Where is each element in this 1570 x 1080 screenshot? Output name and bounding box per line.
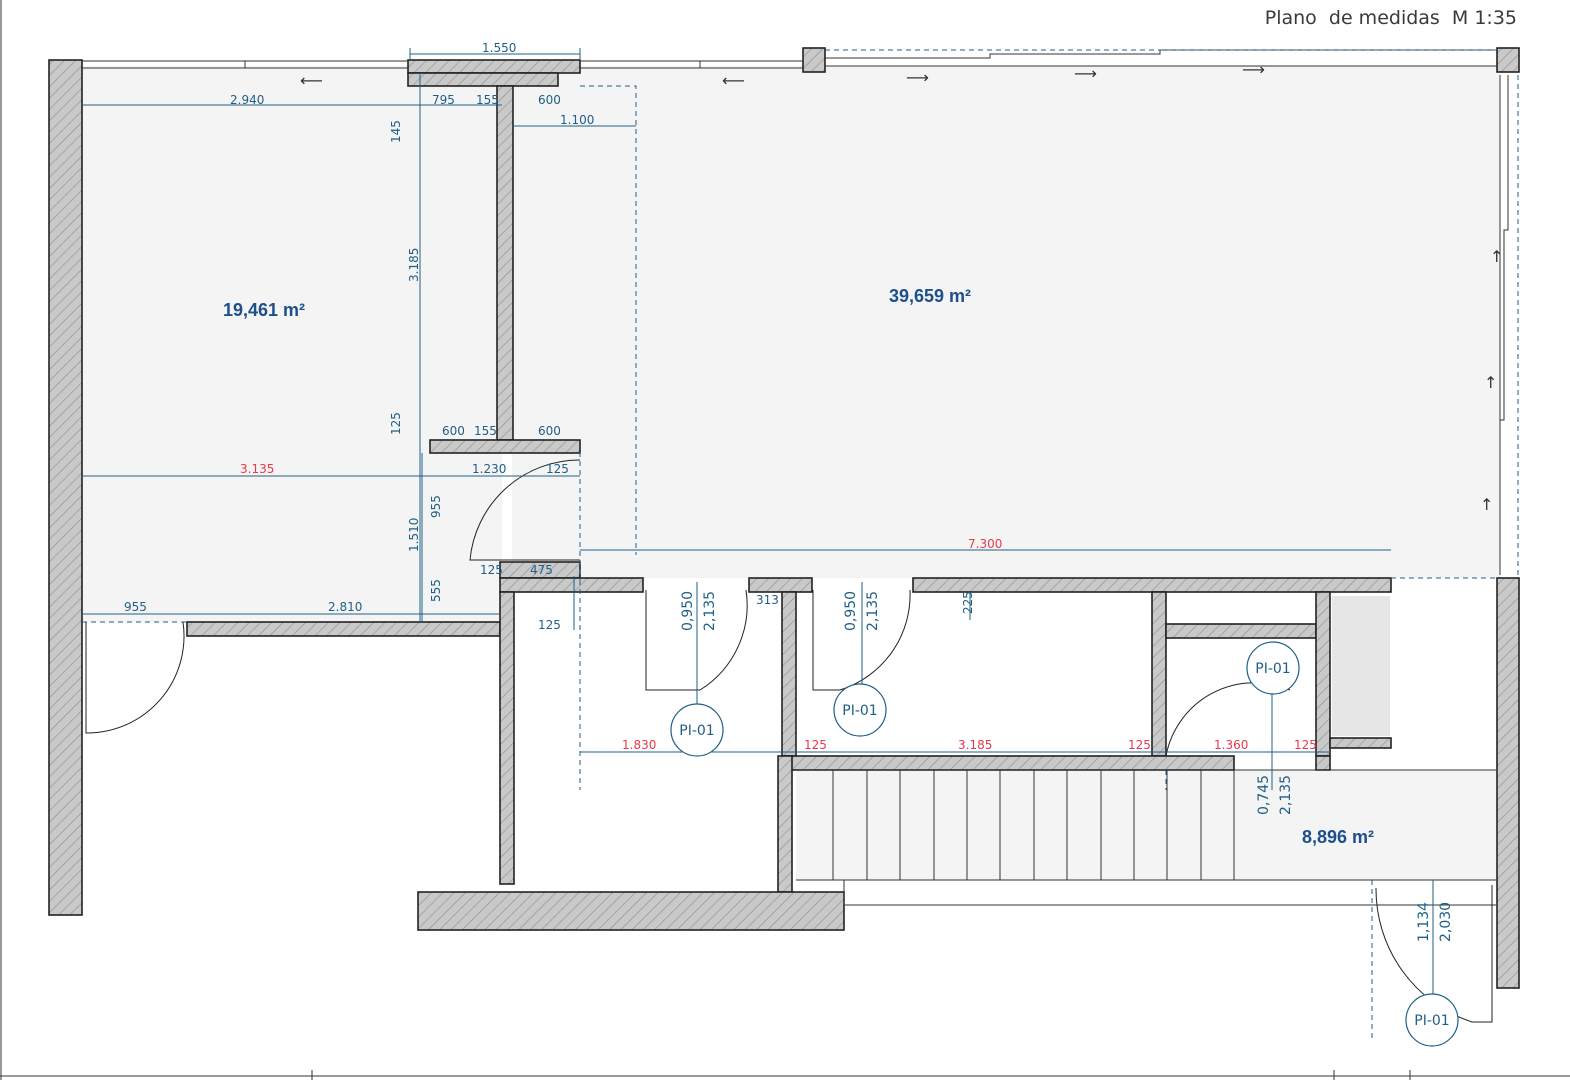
dim-label: 1.360 <box>1214 738 1248 752</box>
wall-bottom-base <box>417 891 845 931</box>
dim-label: 2.810 <box>328 600 362 614</box>
door-tag: PI-01 <box>1255 661 1290 677</box>
wall-bath2-right <box>1151 591 1167 757</box>
svg-text:↑: ↑ <box>1490 247 1503 266</box>
dim-label: 1.100 <box>560 113 594 127</box>
dim-label: 555 <box>429 579 443 602</box>
door-height-label: 2,135 <box>1278 775 1294 815</box>
door-height-label: 0,950 <box>843 591 859 631</box>
wall-closet-divider <box>1165 623 1317 639</box>
svg-text:↑: ↑ <box>1484 373 1497 392</box>
main-room-floor <box>512 66 1500 578</box>
wall-stair-left <box>777 755 793 893</box>
left-room-floor <box>82 66 502 622</box>
dim-label: 600 <box>538 424 561 438</box>
svg-text:⟶: ⟶ <box>1242 60 1265 79</box>
svg-text:⟵: ⟵ <box>300 71 323 90</box>
dim-label: 155 <box>474 424 497 438</box>
dim-label: 125 <box>546 462 569 476</box>
wall-bath1-right <box>781 591 797 757</box>
wall-closet-sill <box>1329 737 1392 749</box>
window-right-side <box>1499 75 1519 575</box>
svg-text:⟵: ⟵ <box>722 71 745 90</box>
dim-label: 1.830 <box>622 738 656 752</box>
dim-label: 795 <box>432 93 455 107</box>
dim-label: 125 <box>389 412 403 435</box>
dim-label: 145 <box>389 120 403 143</box>
dim-label: 125 <box>1294 738 1317 752</box>
svg-text:⟶: ⟶ <box>906 68 929 87</box>
dim-label: 125 <box>1128 738 1151 752</box>
area-label-left-room: 19,461 m² <box>223 300 305 320</box>
dim-label: 3.185 <box>958 738 992 752</box>
wall-t-stem <box>496 85 514 441</box>
dim-label: 155 <box>476 93 499 107</box>
dim-label: 955 <box>429 495 443 518</box>
window-top-right <box>825 49 1497 67</box>
wall-stair-top <box>781 755 1235 771</box>
dim-label: 3.135 <box>240 462 274 476</box>
svg-text:⟶: ⟶ <box>1074 64 1097 83</box>
wall-corridor-top-c <box>912 577 1392 593</box>
wall-top-pillar-left <box>802 47 826 73</box>
door-tag: PI-01 <box>679 723 714 739</box>
wall-t-bottom <box>429 439 581 454</box>
door-height-label: 0,950 <box>680 591 696 631</box>
area-label-main-room: 39,659 m² <box>889 286 971 306</box>
wall-corridor-top-a <box>499 577 644 593</box>
door-height-label: 2,135 <box>865 591 881 631</box>
dim-label: 600 <box>442 424 465 438</box>
dim-label: 1.230 <box>472 462 506 476</box>
wall-right <box>1496 577 1520 989</box>
dim-label: 955 <box>124 600 147 614</box>
area-label-stair-room: 8,896 m² <box>1302 827 1374 847</box>
dim-label: 125 <box>480 563 503 577</box>
wall-closet-right <box>1315 591 1331 757</box>
closet-fill <box>1332 596 1390 736</box>
stair-room-floor <box>796 770 1496 880</box>
wall-left-room-bottom <box>186 621 501 637</box>
door-height-label: 2,135 <box>702 591 718 631</box>
wall-stair-post <box>1315 755 1331 771</box>
floor-plan: ⟵ ⟵ ⟶ ⟶ ⟶ ↑ ↑ ↑ 1.550 2.940 795 155 600 … <box>0 0 1570 1080</box>
dim-label: 313 <box>756 593 779 607</box>
dim-label: 1.550 <box>482 41 516 55</box>
dim-label: 475 <box>530 563 553 577</box>
door-tag: PI-01 <box>1414 1013 1449 1029</box>
dim-label: 2.940 <box>230 93 264 107</box>
wall-corridor-top-b <box>748 577 813 593</box>
wall-top-pier <box>407 59 581 74</box>
dim-label: 3.185 <box>407 248 421 282</box>
dim-label: 225 <box>961 591 975 614</box>
dim-label: 1.510 <box>407 518 421 552</box>
svg-text:↑: ↑ <box>1480 495 1493 514</box>
dim-label: 600 <box>538 93 561 107</box>
dim-label: 125 <box>804 738 827 752</box>
wall-corridor-left <box>499 591 515 885</box>
door-height-label: 2,030 <box>1438 902 1454 942</box>
wall-t-top <box>407 72 559 87</box>
dim-label: 125 <box>538 618 561 632</box>
wall-left <box>48 59 83 916</box>
wall-top-pillar-right <box>1496 47 1520 73</box>
door-tag: PI-01 <box>842 703 877 719</box>
door-height-label: 1,134 <box>1416 902 1432 942</box>
dim-label: 7.300 <box>968 537 1002 551</box>
door-height-label: 0,745 <box>1256 775 1272 815</box>
